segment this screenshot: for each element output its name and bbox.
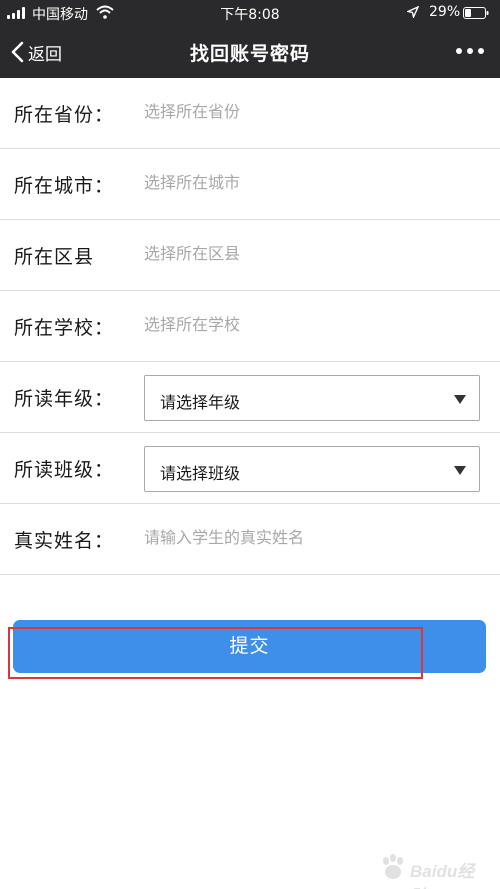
paw-icon [383,854,403,879]
class-select[interactable]: 请选择班级 [144,446,480,492]
district-row: 所在区县 [0,220,500,291]
school-input[interactable] [144,315,474,334]
real-name-input[interactable] [144,528,474,547]
status-bar: 中国移动 下午8:08 29% [0,0,500,26]
location-arrow-icon [407,6,419,18]
baidu-watermark: Baidu经验 [378,853,488,889]
nav-bar: 返回 找回账号密码 [0,26,500,78]
province-input[interactable] [144,102,474,121]
top-bar: 中国移动 下午8:08 29% 返回 找回账号密码 [0,0,500,78]
city-label: 所在城市： [14,175,115,197]
screen: 中国移动 下午8:08 29% 返回 找回账号密码 所在省份： 选择所在省份 所… [0,0,500,889]
city-row: 所在城市： [0,149,500,220]
district-input[interactable] [144,244,474,263]
real-name-label: 真实姓名： [14,530,115,552]
submit-button[interactable]: 提交 [13,620,486,673]
district-label: 所在区县 [14,246,95,268]
school-label: 所在学校： [14,317,115,339]
watermark-text: Baidu经验 [410,862,475,889]
dropdown-arrow-icon [454,466,466,475]
dropdown-arrow-icon [454,395,466,404]
province-row: 所在省份： [0,78,500,149]
more-options-button[interactable] [456,46,484,56]
grade-row: 所读年级： 请选择年级 [0,362,500,433]
battery-icon [463,7,489,19]
grade-select-value: 请选择年级 [160,393,241,412]
battery-percent: 29% [429,4,461,20]
grade-label: 所读年级： [14,388,115,410]
class-row: 所读班级： 请选择班级 [0,433,500,504]
class-label: 所读班级： [14,459,115,481]
page-title: 找回账号密码 [189,43,310,65]
real-name-row: 真实姓名： [0,504,500,575]
status-time: 下午8:08 [220,7,280,23]
city-input[interactable] [144,173,474,192]
province-label: 所在省份： [14,104,115,126]
recovery-form: 所在省份： 所在城市： 所在区县 所在学校： 所读年级： 请选择年级 所读班级：… [0,78,500,575]
school-row: 所在学校： [0,291,500,362]
class-select-value: 请选择班级 [160,464,241,483]
grade-select[interactable]: 请选择年级 [144,375,480,421]
more-dot-icon [467,48,473,54]
more-dot-icon [456,48,462,54]
more-dot-icon [478,48,484,54]
